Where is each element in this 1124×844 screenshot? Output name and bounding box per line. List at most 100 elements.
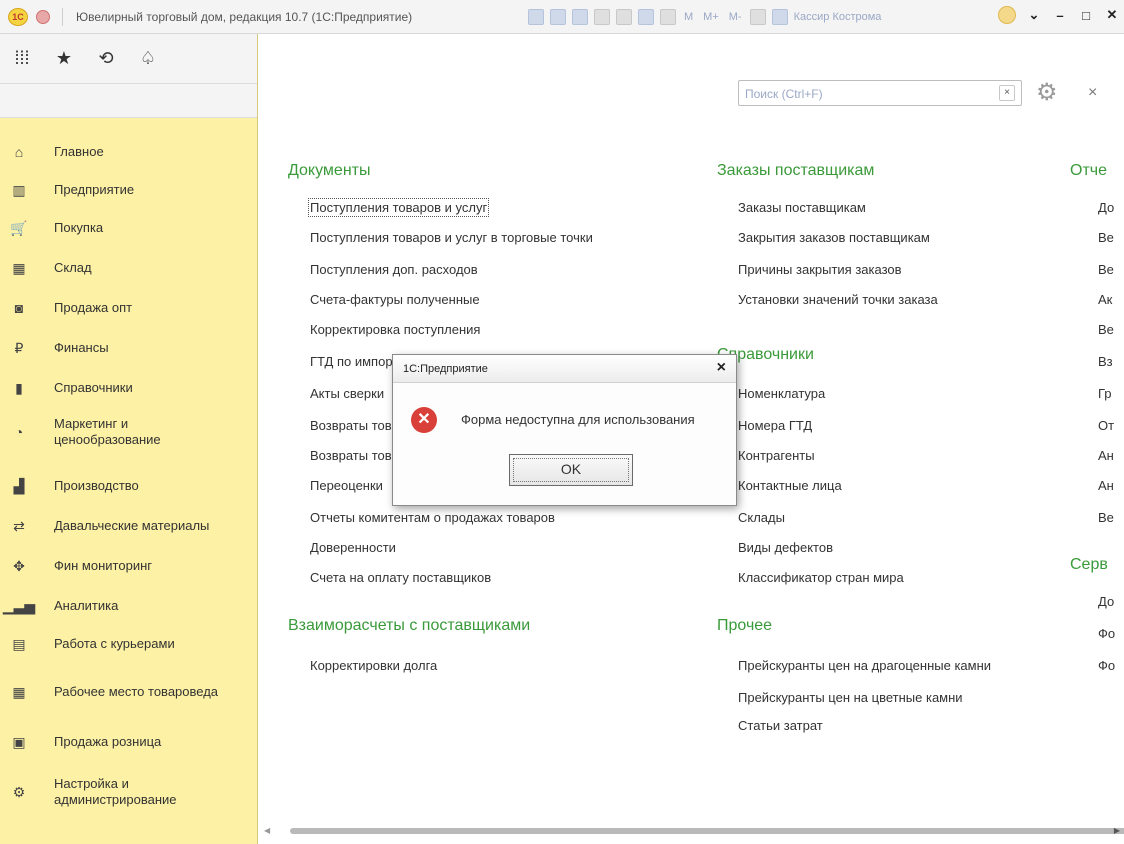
save-icon[interactable] [528, 9, 544, 25]
link-documents[interactable]: Поступления товаров и услуг [307, 198, 490, 217]
link-documents[interactable]: Доверенности [310, 540, 396, 555]
link-references[interactable]: Классификатор стран мира [738, 570, 904, 585]
link-reports[interactable]: Ве [1098, 322, 1114, 337]
link-reports[interactable]: Ве [1098, 262, 1114, 277]
main-menu-icon[interactable] [36, 10, 50, 24]
link-documents[interactable]: Поступления товаров и услуг в торговые т… [310, 230, 593, 245]
scroll-right-icon[interactable]: ▶ [1114, 826, 1120, 835]
sidebar-item[interactable]: ▣ Продажа розница [0, 724, 257, 760]
close-window-button[interactable]: ✕ [1104, 7, 1120, 23]
link-documents[interactable]: Счета-фактуры полученные [310, 292, 480, 307]
maximize-button[interactable]: □ [1078, 8, 1094, 23]
ok-button[interactable]: OK [509, 454, 633, 486]
link-reports[interactable]: Ве [1098, 510, 1114, 525]
link-references[interactable]: Виды дефектов [738, 540, 833, 555]
link-settlements[interactable]: Корректировки долга [310, 658, 437, 673]
sidebar-item[interactable]: ▁▃▅ Аналитика [0, 588, 257, 624]
link-orders[interactable]: Закрытия заказов поставщикам [738, 230, 930, 245]
sidebar-toolbar: ⁞⁞⁞ ★ ⟲ ♤ [0, 34, 257, 84]
scroll-left-icon[interactable]: ◀ [264, 826, 270, 835]
link-documents[interactable]: ГТД по импорту [310, 354, 405, 369]
search-clear-button[interactable]: × [999, 85, 1015, 101]
link-references[interactable]: Контрагенты [738, 448, 815, 463]
link-reports[interactable]: Ан [1098, 448, 1114, 463]
sidebar-item-icon: ⇄ [13, 517, 25, 534]
close-page-icon[interactable]: × [1088, 84, 1097, 102]
link-reports[interactable]: Ан [1098, 478, 1114, 493]
sidebar-item[interactable]: ⇄ Давальческие материалы [0, 508, 257, 544]
info-icon[interactable] [998, 6, 1016, 24]
sidebar-item[interactable]: ▦ Склад [0, 250, 257, 286]
link-references[interactable]: Контактные лица [738, 478, 842, 493]
favorites-star-icon[interactable]: ★ [54, 48, 74, 69]
link-reports[interactable]: До [1098, 200, 1114, 215]
notifications-bell-icon[interactable]: ♤ [138, 48, 158, 69]
link-reports[interactable]: От [1098, 418, 1114, 433]
dialog-close-button[interactable]: × [717, 359, 726, 377]
link-references[interactable]: Номенклатура [738, 386, 825, 401]
link-documents[interactable]: Отчеты комитентам о продажах товаров [310, 510, 555, 525]
link-documents[interactable]: Поступления доп. расходов [310, 262, 478, 277]
calendar-icon[interactable] [660, 9, 676, 25]
preview-icon[interactable] [572, 9, 588, 25]
link-references[interactable]: Номера ГТД [738, 418, 812, 433]
zoom-icon[interactable] [749, 9, 766, 25]
link-service[interactable]: До [1098, 594, 1114, 609]
print-icon[interactable] [550, 9, 566, 25]
link-documents[interactable]: Переоценки [310, 478, 383, 493]
sidebar-item[interactable]: ▟ Производство [0, 468, 257, 504]
sidebar-item[interactable]: ◔ Маркетинг и ценообразование [0, 414, 257, 450]
link-documents[interactable]: Корректировка поступления [310, 322, 480, 337]
link-other[interactable]: Прейскуранты цен на драгоценные камни [738, 658, 991, 673]
link-orders[interactable]: Установки значений точки заказа [738, 292, 938, 307]
sidebar-item[interactable]: ▥ Предприятие [0, 172, 257, 208]
search-input[interactable]: Поиск (Ctrl+F) [745, 87, 823, 101]
link-service[interactable]: Фо [1098, 626, 1115, 641]
section-title-reports: Отче [1070, 162, 1108, 179]
link-reports[interactable]: Ве [1098, 230, 1114, 245]
link-reports[interactable]: Ак [1098, 292, 1112, 307]
upload-icon[interactable] [594, 9, 610, 25]
link-orders[interactable]: Заказы поставщикам [738, 200, 866, 215]
grid-menu-icon[interactable]: ⁞⁞⁞ [12, 48, 32, 69]
sidebar-item[interactable]: ⌂ Главное [0, 134, 257, 170]
link-other[interactable]: Статьи затрат [738, 718, 823, 733]
search-box[interactable]: Поиск (Ctrl+F) × [738, 80, 1022, 106]
memory-plus-button[interactable]: M+ [703, 11, 719, 23]
link-other[interactable]: Прейскуранты цен на цветные камни [738, 690, 963, 705]
link-documents[interactable]: Акты сверки [310, 386, 384, 401]
dialog-message: Форма недоступна для использования [461, 412, 695, 427]
link-documents[interactable]: Счета на оплату поставщиков [310, 570, 491, 585]
history-icon[interactable]: ⟲ [96, 48, 116, 69]
sidebar-item-label: Аналитика [54, 598, 119, 613]
link-orders[interactable]: Причины закрытия заказов [738, 262, 902, 277]
memory-minus-button[interactable]: M- [729, 11, 742, 23]
settings-gear-icon[interactable]: ⚙ [1036, 78, 1058, 107]
sidebar-item[interactable]: ▦ Рабочее место товароведа [0, 674, 257, 710]
scrollbar-thumb[interactable] [290, 828, 1124, 834]
current-user[interactable]: Кассир Кострома [794, 11, 882, 23]
app-logo-icon[interactable]: 1С [8, 8, 28, 26]
sidebar-item[interactable]: 🛒 Покупка [0, 210, 257, 246]
print-setup-icon[interactable] [616, 9, 632, 25]
sidebar-item-label: Склад [54, 260, 92, 275]
sidebar-item[interactable]: ✥ Фин мониторинг [0, 548, 257, 584]
minimize-button[interactable]: – [1052, 8, 1068, 23]
sidebar-item-icon: ⚙ [12, 783, 26, 800]
sidebar-item[interactable]: ₽ Финансы [0, 330, 257, 366]
sidebar-item[interactable]: ▮ Справочники [0, 370, 257, 406]
link-references[interactable]: Склады [738, 510, 785, 525]
sidebar-item[interactable]: ▤ Работа с курьерами [0, 626, 257, 662]
sidebar-item[interactable]: ◙ Продажа опт [0, 290, 257, 326]
panels-icon[interactable] [771, 9, 788, 25]
sidebar-item-label: Финансы [54, 340, 109, 355]
dropdown-arrow-icon[interactable]: ⌄ [1026, 7, 1042, 23]
sidebar-item[interactable]: ⚙ Настройка и администрирование [0, 774, 257, 810]
calculator-icon[interactable] [638, 9, 654, 25]
sidebar-item-icon: ▮ [15, 379, 23, 396]
link-service[interactable]: Фо [1098, 658, 1115, 673]
link-reports[interactable]: Вз [1098, 354, 1113, 369]
memory-m-button[interactable]: M [684, 11, 693, 23]
horizontal-scrollbar[interactable]: ◀ ▶ [262, 824, 1124, 838]
link-reports[interactable]: Гр [1098, 386, 1112, 401]
